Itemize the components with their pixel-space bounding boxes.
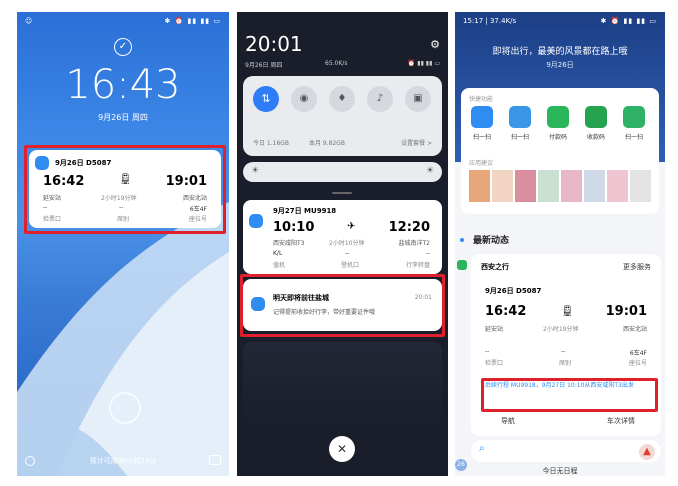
trip-dep-time: 16:42 bbox=[485, 304, 527, 319]
scan-icon bbox=[509, 106, 531, 128]
camera-icon[interactable] bbox=[209, 455, 221, 465]
slogan: 即将出行，最美的风景都在路上哦 bbox=[492, 47, 628, 57]
trip-title: 9月26日 D5087 bbox=[485, 287, 542, 295]
travel-app-icon bbox=[249, 214, 263, 228]
trip-arr-station: 西安北站 bbox=[622, 326, 647, 333]
lock-time: 16:43 bbox=[65, 62, 181, 108]
checkin-value: K/L bbox=[273, 250, 283, 257]
suggest-title: 应用建议 bbox=[469, 160, 494, 167]
timeline-dot bbox=[460, 238, 464, 242]
watermark-logo: ▲ bbox=[639, 444, 655, 460]
trip-header: 西安之行 bbox=[481, 263, 509, 271]
receive-code-icon bbox=[585, 106, 607, 128]
trip-duration: 2小时19分钟 bbox=[543, 326, 579, 333]
status-icons: ✱ ⏰ ▮▮ ▮▮ ▭ bbox=[600, 17, 657, 25]
highlight-box bbox=[481, 378, 658, 412]
lock-date: 9月26日 周四 bbox=[98, 113, 148, 122]
trip-gate-value: -- bbox=[485, 348, 490, 355]
trip-gate-label: 检票口 bbox=[485, 360, 504, 367]
quick-label: 扫一扫 bbox=[510, 134, 529, 141]
notification-shade-panel: 20:01 ⚙ 9月26日 周四 65.0K/s ⏰ ▮▮ ▮▮ ▭ ⇅ ◉ ♦… bbox=[237, 12, 448, 476]
quick-item-pay-code[interactable]: 付款码 bbox=[547, 106, 573, 141]
highlight-box bbox=[240, 274, 445, 337]
plan-settings-link[interactable]: 设置套餐 > bbox=[401, 138, 432, 147]
screenshot-toggle[interactable]: ▣ bbox=[405, 86, 431, 112]
quick-label: 扫一扫 bbox=[472, 134, 491, 141]
train-icon: 🚆︎ bbox=[561, 306, 574, 317]
flight-card[interactable]: 9月27日 MU9918 10:10 ✈ 12:20 西安咸阳T3 2小时10分… bbox=[243, 200, 442, 274]
brightness-low-icon: ☀ bbox=[251, 166, 260, 176]
boarding-gate-label: 登机口 bbox=[341, 262, 360, 269]
shade-status-icons: ⏰ ▮▮ ▮▮ ▭ bbox=[407, 60, 440, 67]
header-date: 9月26日 bbox=[546, 61, 574, 69]
shade-date: 9月26日 周四 bbox=[245, 62, 283, 69]
flight-dep-time: 10:10 bbox=[273, 220, 315, 235]
pay-code-icon bbox=[547, 106, 569, 128]
notification-icon: ☺ bbox=[25, 17, 33, 25]
plane-icon: ✈ bbox=[347, 221, 356, 232]
blurred-app-grid bbox=[243, 342, 442, 432]
data-toggle[interactable]: ⇅ bbox=[253, 86, 279, 112]
chat-icon bbox=[457, 260, 467, 270]
bell-toggle[interactable]: ♪ bbox=[367, 86, 393, 112]
boarding-gate-value: -- bbox=[345, 250, 350, 257]
flashlight-toggle[interactable]: ♦ bbox=[329, 86, 355, 112]
assistant-panel: 15:17 | 37.4K/s ✱ ⏰ ▮▮ ▮▮ ▭ 即将出行，最美的风景都在… bbox=[455, 12, 665, 476]
baggage-value: -- bbox=[425, 250, 430, 257]
quick-item-scan-1[interactable]: 扫一扫 bbox=[471, 106, 497, 141]
brightness-slider[interactable]: ☀ ☀ bbox=[243, 162, 442, 182]
quick-functions-card: 快捷功能 扫一扫 扫一扫 付款码 收款码 扫一扫 应用建议 bbox=[461, 88, 659, 214]
quick-label: 付款码 bbox=[548, 134, 567, 141]
fingerprint-icon[interactable] bbox=[109, 392, 141, 424]
scan-icon bbox=[623, 106, 645, 128]
settings-icon[interactable]: ⚙ bbox=[430, 38, 440, 51]
more-services-link[interactable]: 更多服务 bbox=[623, 262, 651, 272]
flight-duration: 2小时10分钟 bbox=[329, 240, 365, 247]
trip-seat-value: 6车4F bbox=[629, 350, 647, 357]
flight-dep-airport: 西安咸阳T3 bbox=[273, 240, 305, 247]
flight-arr-airport: 盐城南洋T2 bbox=[398, 240, 430, 247]
news-title: 最新动态 bbox=[473, 236, 510, 246]
quick-item-receive-code[interactable]: 收款码 bbox=[585, 106, 611, 141]
quick-title: 快捷功能 bbox=[469, 96, 494, 103]
trip-cabin-label: 席别 bbox=[559, 360, 572, 367]
checkin-label: 值机 bbox=[273, 262, 286, 269]
flight-title: 9月27日 MU9918 bbox=[273, 207, 337, 215]
shade-handle[interactable] bbox=[332, 192, 352, 194]
status-bar: 15:17 | 37.4K/s ✱ ⏰ ▮▮ ▮▮ ▭ bbox=[455, 16, 665, 28]
trip-dep-station: 延安站 bbox=[485, 326, 504, 333]
search-icon: ⌕ bbox=[479, 443, 485, 454]
status-time: 15:17 | 37.4K/s bbox=[463, 17, 517, 25]
baggage-label: 行李转盘 bbox=[405, 262, 430, 269]
trip-cabin-value: -- bbox=[561, 348, 566, 355]
unlock-check-icon[interactable]: ✓ bbox=[114, 38, 132, 56]
shade-speed: 65.0K/s bbox=[325, 60, 348, 67]
lockscreen-panel: ☺ ✱ ⏰ ▮▮ ▮▮ ▭ ✓ 16:43 9月26日 周四 9月26日 D50… bbox=[17, 12, 229, 476]
quick-item-scan-3[interactable]: 扫一扫 bbox=[623, 106, 649, 141]
highlight-box bbox=[24, 145, 226, 234]
status-icons: ✱ ⏰ ▮▮ ▮▮ ▭ bbox=[164, 17, 221, 25]
shade-time: 20:01 bbox=[245, 32, 303, 56]
status-bar: ☺ ✱ ⏰ ▮▮ ▮▮ ▭ bbox=[17, 16, 229, 28]
close-all-button[interactable]: ✕ bbox=[329, 436, 355, 462]
quick-label: 收款码 bbox=[586, 134, 605, 141]
flight-arr-time: 12:20 bbox=[388, 220, 430, 235]
trip-arr-time: 19:01 bbox=[605, 304, 647, 319]
trip-seat-label: 座位号 bbox=[628, 360, 647, 367]
usage-month: 本月 9.82GB bbox=[309, 140, 346, 147]
brightness-high-icon: ☀ bbox=[425, 166, 434, 176]
quick-label: 扫一扫 bbox=[624, 134, 643, 141]
wifi-toggle[interactable]: ◉ bbox=[291, 86, 317, 112]
train-detail-button[interactable]: 车次详情 bbox=[607, 416, 635, 426]
navigation-button[interactable]: 导航 bbox=[501, 416, 515, 426]
quick-toggles: ⇅ ◉ ♦ ♪ ▣ 今日 1.16GB 本月 9.82GB 设置套餐 > bbox=[243, 76, 442, 156]
quick-item-scan-2[interactable]: 扫一扫 bbox=[509, 106, 535, 141]
usage-today: 今日 1.16GB bbox=[253, 140, 290, 147]
scan-icon bbox=[471, 106, 493, 128]
lock-footer: 预计可用36小时23分 bbox=[89, 457, 157, 465]
no-schedule-text: 今日无日程 bbox=[542, 467, 578, 475]
suggested-apps-blurred[interactable] bbox=[469, 170, 651, 202]
search-bar[interactable]: ⌕ bbox=[471, 440, 661, 462]
